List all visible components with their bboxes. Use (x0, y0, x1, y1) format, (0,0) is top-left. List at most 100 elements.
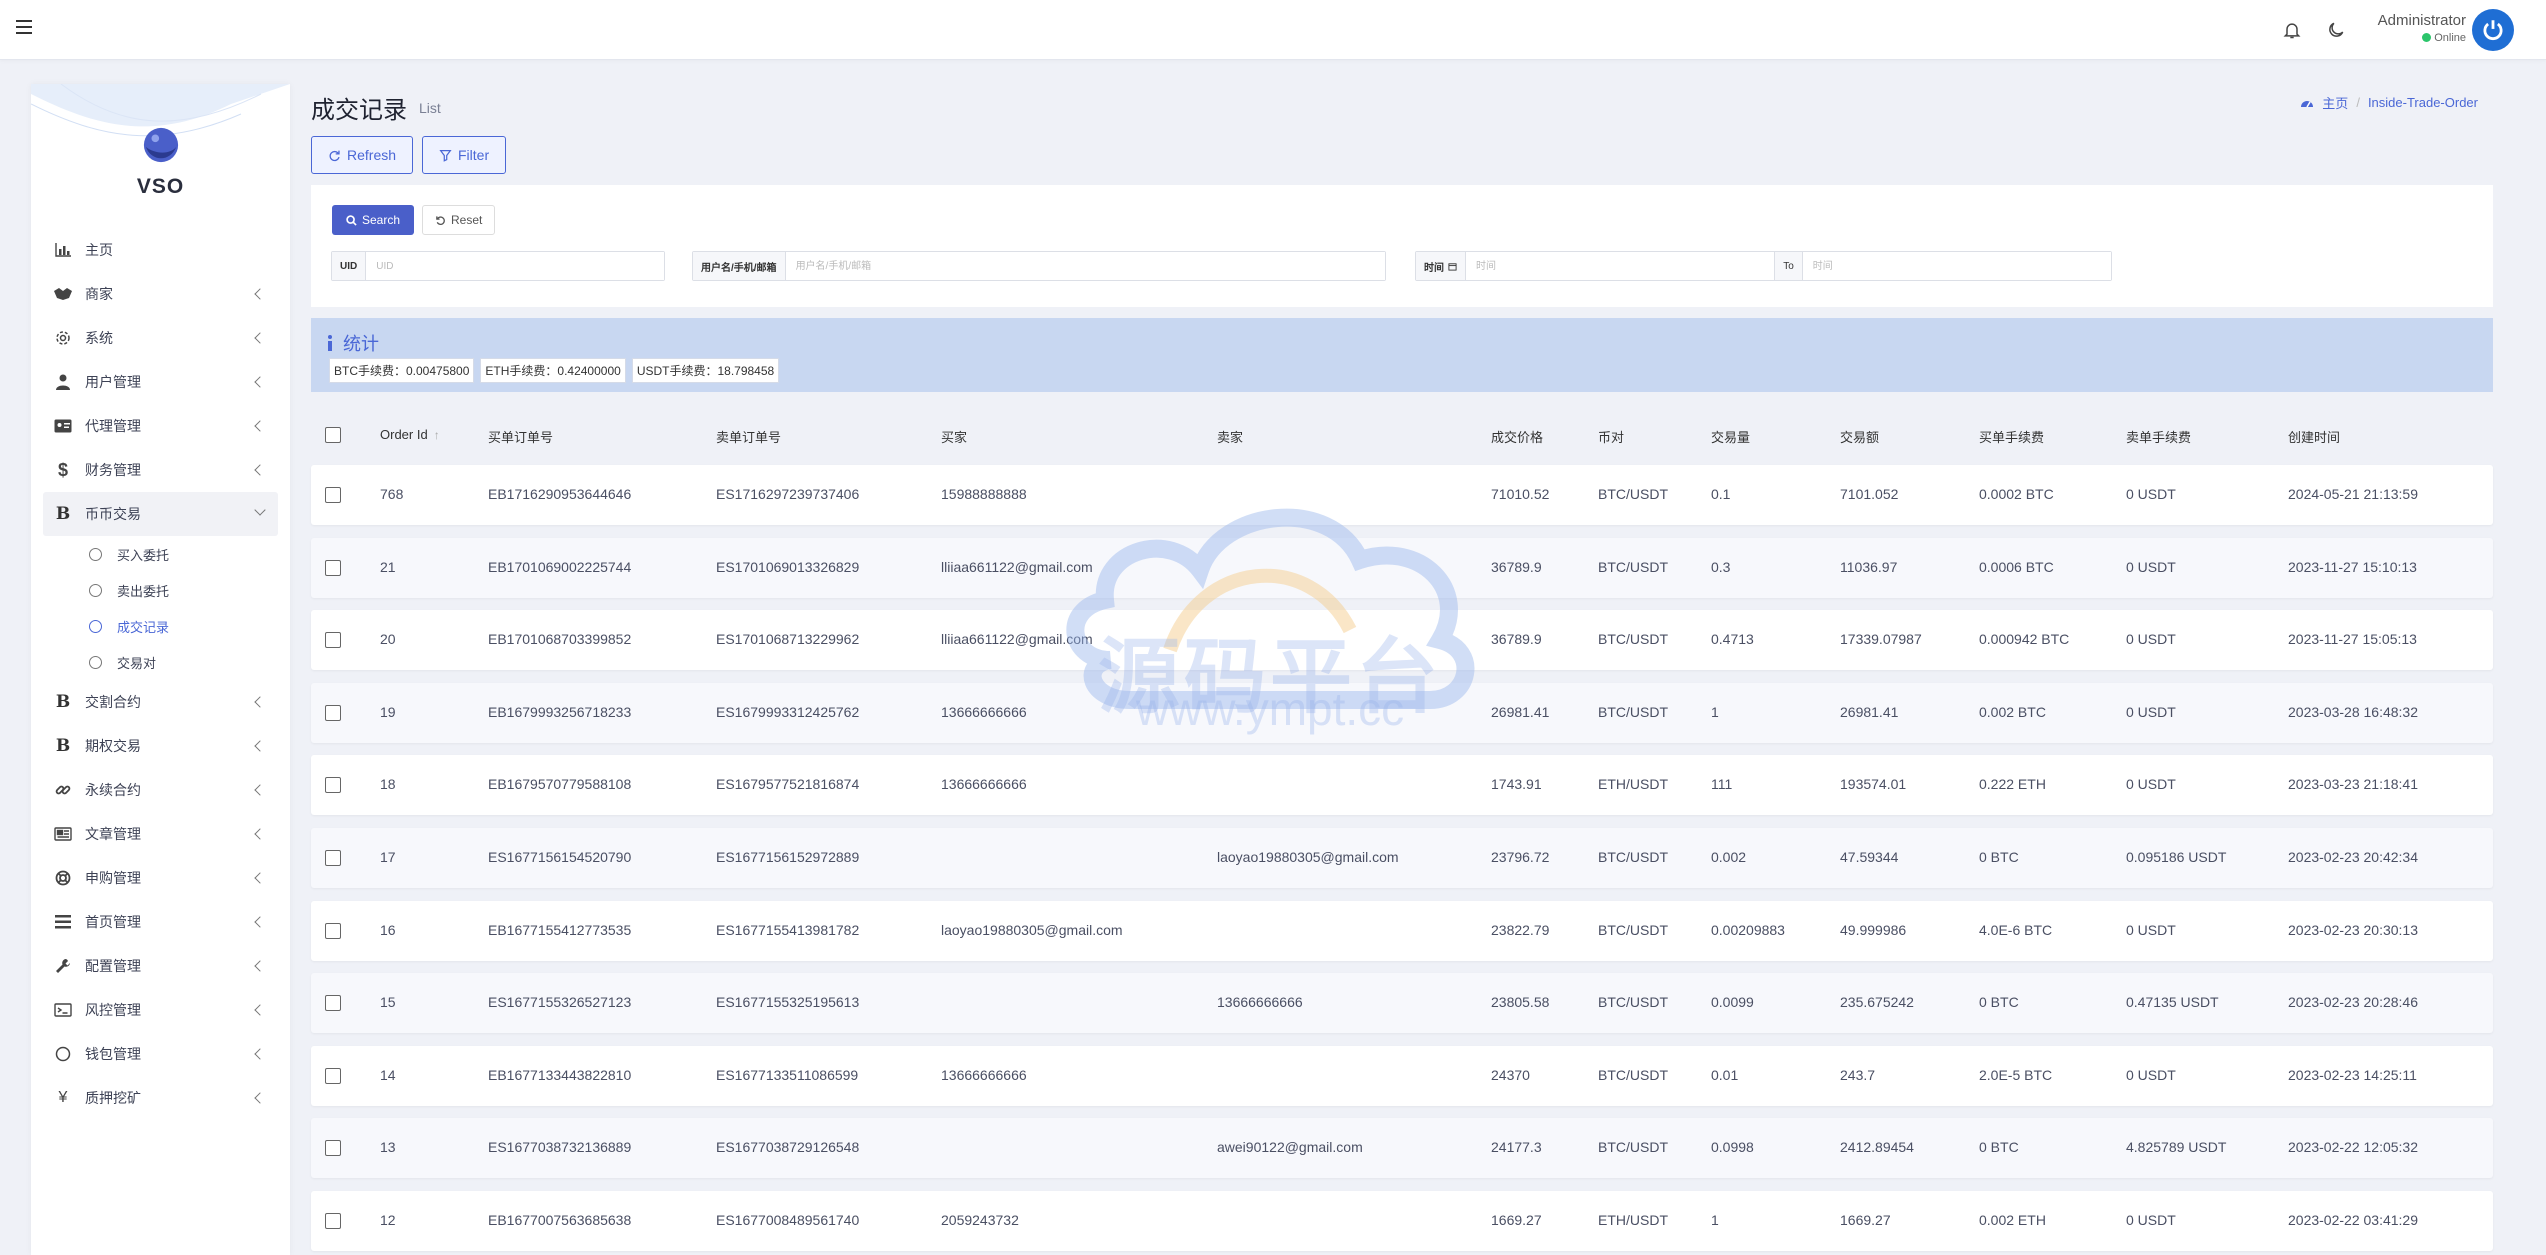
sidebar-subitem-2[interactable]: 成交记录 (31, 608, 290, 644)
table-cell: 4.825789 USDT (2126, 1139, 2227, 1155)
table-cell: 13 (380, 1139, 396, 1155)
stats-tag: BTC手续费：0.00475800 (329, 358, 475, 383)
table-cell: 71010.52 (1491, 486, 1550, 502)
sidebar-item-label: 系统 (85, 330, 113, 346)
table-cell: 47.59344 (1840, 849, 1899, 865)
search-button[interactable]: Search (332, 205, 415, 235)
user-info[interactable]: Administrator Online (2378, 12, 2466, 44)
sidebar-item-14[interactable]: 风控管理 (31, 988, 290, 1032)
select-all-checkbox[interactable] (325, 427, 341, 443)
table-cell: 0 USDT (2126, 1067, 2176, 1083)
sidebar-item-6[interactable]: B 币币交易 (43, 492, 278, 536)
table-row[interactable]: 21 EB1701069002225744 ES1701069013326829 ll… (311, 538, 2493, 598)
breadcrumb: 主页 / Inside-Trade-Order (2300, 93, 2478, 112)
sidebar-item-label: 财务管理 (85, 462, 141, 478)
sidebar-item-7[interactable]: B 交割合约 (31, 680, 290, 724)
sidebar-item-16[interactable]: ¥ 质押挖矿 (31, 1076, 290, 1120)
column-header: 买家 (941, 430, 968, 445)
table-row[interactable]: 13 ES1677038732136889 ES1677038729126548 aw… (311, 1118, 2493, 1178)
uid-input[interactable] (366, 252, 664, 280)
table-row[interactable]: 16 EB1677155412773535 ES1677155413981782 la… (311, 901, 2493, 961)
undo-icon (436, 215, 445, 225)
filter-button[interactable]: Filter (422, 136, 507, 174)
row-checkbox[interactable] (325, 1140, 341, 1156)
row-checkbox[interactable] (325, 632, 341, 648)
breadcrumb-home[interactable]: 主页 (2322, 93, 2348, 112)
sidebar-item-label: 永续合约 (85, 782, 141, 798)
time-from-input[interactable] (1466, 252, 1776, 280)
table-row[interactable]: 15 ES1677155326527123 ES1677155325195613 13… (311, 973, 2493, 1033)
sidebar-subitem-1[interactable]: 卖出委托 (31, 572, 290, 608)
chevron-icon (254, 420, 266, 432)
lifebuoy-icon (53, 868, 73, 888)
chevron-icon (254, 504, 266, 516)
sidebar-item-8[interactable]: B 期权交易 (31, 724, 290, 768)
refresh-button[interactable]: Refresh (311, 136, 414, 174)
row-checkbox[interactable] (325, 560, 341, 576)
breadcrumb-current: Inside-Trade-Order (2367, 95, 2478, 110)
sidebar-subitem-3[interactable]: 交易对 (31, 644, 290, 680)
table-cell: 1 (1711, 1212, 1719, 1228)
table-row[interactable]: 18 EB1679570779588108 ES1679577521816874 13… (311, 755, 2493, 815)
sidebar-item-11[interactable]: 申购管理 (31, 856, 290, 900)
top-navbar: Administrator Online (0, 0, 2546, 60)
moon-icon[interactable] (2326, 20, 2346, 40)
sidebar-item-3[interactable]: 用户管理 (31, 360, 290, 404)
column-header[interactable]: Order Id ↑ (380, 427, 440, 442)
hamburger-menu-icon[interactable] (16, 20, 32, 34)
sidebar-item-label: 申购管理 (85, 870, 141, 886)
bar-chart-icon (53, 240, 73, 260)
row-checkbox[interactable] (325, 850, 341, 866)
table-row[interactable]: 17 ES1677156154520790 ES1677156152972889 la… (311, 828, 2493, 888)
row-checkbox[interactable] (325, 923, 341, 939)
sort-arrow-icon[interactable]: ↑ (434, 428, 440, 442)
brand-logo-icon (143, 127, 178, 163)
sidebar-item-15[interactable]: 钱包管理 (31, 1032, 290, 1076)
chevron-icon (254, 376, 266, 388)
table-row[interactable]: 19 EB1679993256718233 ES1679993312425762 13… (311, 683, 2493, 743)
sidebar-item-13[interactable]: 配置管理 (31, 944, 290, 988)
table-cell: 18 (380, 776, 396, 792)
row-checkbox[interactable] (325, 995, 341, 1011)
table-cell: 13666666666 (941, 1067, 1027, 1083)
user-input[interactable] (785, 252, 1385, 280)
row-checkbox[interactable] (325, 705, 341, 721)
row-checkbox[interactable] (325, 777, 341, 793)
row-checkbox[interactable] (325, 1068, 341, 1084)
row-checkbox[interactable] (325, 487, 341, 503)
sidebar-item-12[interactable]: 首页管理 (31, 900, 290, 944)
table-cell: 0.0002 BTC (1979, 486, 2054, 502)
column-header: 币对 (1598, 430, 1625, 445)
sidebar-item-5[interactable]: $ 财务管理 (31, 448, 290, 492)
avatar[interactable] (2472, 9, 2514, 51)
table-cell: 17 (380, 849, 396, 865)
table-cell: 12 (380, 1212, 396, 1228)
online-dot-icon (2422, 33, 2432, 42)
sidebar-item-9[interactable]: 永续合约 (31, 768, 290, 812)
brand-logo[interactable]: VSO (31, 84, 290, 210)
reset-button[interactable]: Reset (422, 205, 496, 235)
sidebar-subitem-0[interactable]: 买入委托 (31, 536, 290, 572)
sidebar-item-10[interactable]: 文章管理 (31, 812, 290, 856)
time-to-input[interactable] (1802, 252, 2111, 280)
bell-icon[interactable] (2282, 20, 2302, 40)
page-title: 成交记录 (311, 97, 407, 124)
table-cell: 2023-02-23 20:28:46 (2288, 994, 2418, 1010)
table-row[interactable]: 20 EB1701068703399852 ES1701068713229962 ll… (311, 610, 2493, 670)
table-header: Order Id ↑ 买单订单号 卖单订单号 买家 卖家 成交价格 币对 交易量 交易额 买单手续费… (311, 412, 2493, 458)
sidebar-item-1[interactable]: 商家 (31, 272, 290, 316)
table-cell: 19 (380, 704, 396, 720)
table-row[interactable]: 14 EB1677133443822810 ES1677133511086599 13… (311, 1046, 2493, 1106)
table-row[interactable]: 768 EB1716290953644646 ES1716297239737406 1… (311, 465, 2493, 525)
sidebar-item-2[interactable]: 系统 (31, 316, 290, 360)
table-cell: 4.0E-6 BTC (1979, 922, 2053, 938)
table-cell: 0.0006 BTC (1979, 559, 2054, 575)
table-cell: 0.222 ETH (1979, 776, 2046, 792)
table-row[interactable]: 12 EB1677007563685638 ES1677008489561740 20… (311, 1191, 2493, 1251)
table-cell: 15988888888 (941, 486, 1027, 502)
table-cell: EB1679993256718233 (488, 704, 632, 720)
sidebar-item-0[interactable]: 主页 (31, 228, 290, 272)
sidebar-item-4[interactable]: 代理管理 (31, 404, 290, 448)
row-checkbox[interactable] (325, 1213, 341, 1229)
table-cell: 16 (380, 922, 396, 938)
